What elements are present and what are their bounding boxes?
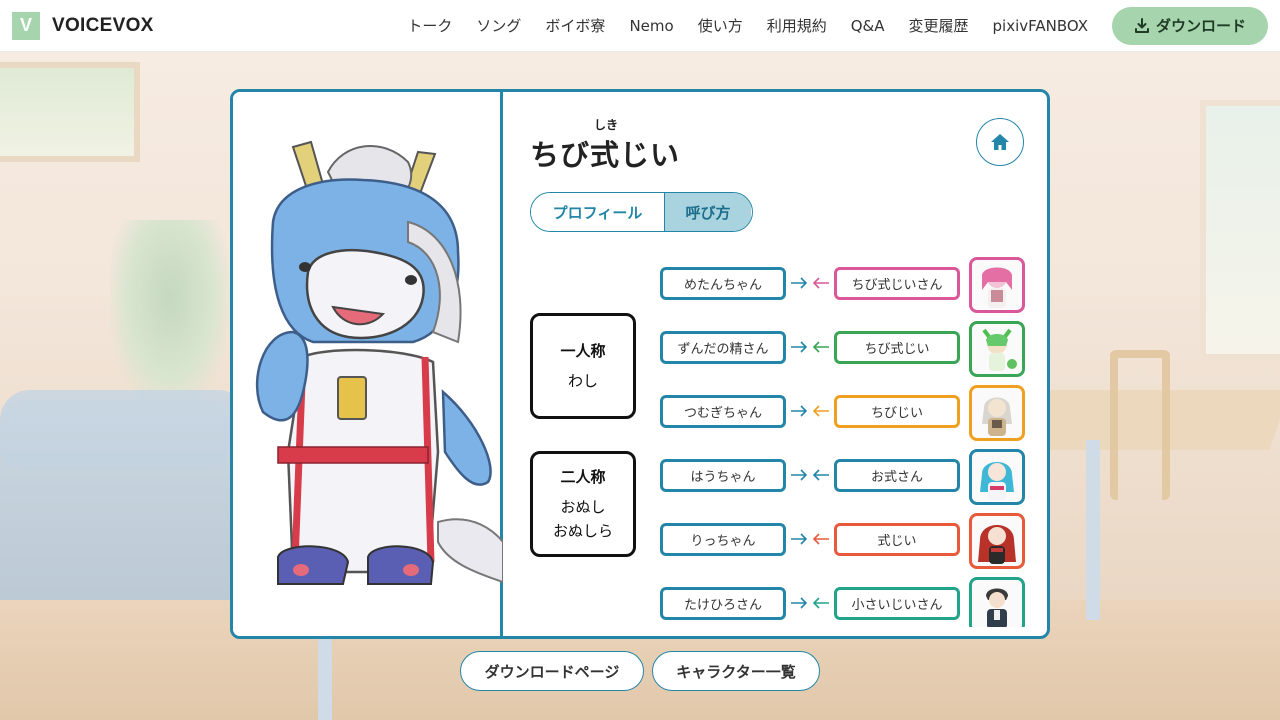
first-person-box: 一人称 わし	[530, 313, 636, 419]
call-row-tsumugi: つむぎちゃん ちびじい	[656, 385, 1031, 441]
logo-text: VOICEVOX	[52, 14, 154, 36]
call-name-incoming: 式じい	[834, 523, 960, 556]
nav-changelog[interactable]: 変更履歴	[908, 15, 968, 36]
second-person-value-2: おぬしら	[552, 521, 613, 540]
avatar-takehiro[interactable]	[969, 577, 1025, 627]
call-name-incoming: ちびじい	[834, 395, 960, 428]
background-table-leg	[1086, 440, 1100, 620]
info-tabs: プロフィール 呼び方	[530, 192, 753, 232]
second-person-box: 二人称 おぬし おぬしら	[530, 451, 636, 557]
first-person-title: 一人称	[560, 341, 606, 360]
character-name: ちび式じい	[530, 138, 681, 172]
arrow-left-icon	[812, 277, 829, 289]
download-button-label: ダウンロード	[1155, 17, 1246, 35]
call-name-incoming: ちび式じいさん	[834, 267, 960, 300]
avatar-hau[interactable]	[969, 449, 1025, 505]
call-name-incoming: 小さいじいさん	[834, 587, 960, 620]
second-person-title: 二人称	[560, 467, 606, 486]
call-name-outgoing: たけひろさん	[660, 587, 786, 620]
call-name-incoming: ちび式じい	[834, 331, 960, 364]
background-plant	[110, 220, 230, 410]
download-icon	[1134, 17, 1149, 33]
download-page-button[interactable]: ダウンロードページ	[460, 651, 644, 691]
first-person-value: わし	[567, 371, 598, 390]
nav-fanbox[interactable]: pixivFANBOX	[993, 17, 1089, 35]
nav-qa[interactable]: Q&A	[851, 17, 885, 35]
logo[interactable]: V VOICEVOX	[12, 11, 154, 40]
home-icon	[991, 134, 1009, 150]
tab-profile[interactable]: プロフィール	[531, 193, 665, 231]
character-name-ruby: しき	[594, 118, 619, 132]
character-info: しき ちび式じい プロフィール 呼び方 一人称 わし 二人称 おぬし おぬしら …	[506, 92, 1047, 636]
avatar-zundamon[interactable]	[969, 321, 1025, 377]
call-row-zundamon: ずんだの精さん ちび式じい	[656, 321, 1031, 377]
background-chair	[1110, 350, 1170, 500]
call-name-list: めたんちゃん ちび式じいさん ずんだの精さん ちび式じい つむぎちゃん ちびじい…	[656, 257, 1031, 627]
background-sofa	[0, 390, 240, 620]
nav-talk[interactable]: トーク	[407, 15, 452, 36]
avatar-ritsu[interactable]	[969, 513, 1025, 569]
call-name-outgoing: はうちゃん	[660, 459, 786, 492]
avatar-tsumugi[interactable]	[969, 385, 1025, 441]
character-illustration	[255, 140, 504, 585]
arrow-left-icon	[812, 597, 829, 609]
tab-call-names[interactable]: 呼び方	[665, 193, 751, 231]
logo-mark: V	[12, 11, 40, 40]
arrow-right-icon	[791, 341, 808, 353]
nav-dorm[interactable]: ボイボ寮	[545, 15, 605, 36]
arrow-right-icon	[791, 533, 808, 545]
call-name-outgoing: つむぎちゃん	[660, 395, 786, 428]
site-header: V VOICEVOX トーク ソング ボイボ寮 Nemo 使い方 利用規約 Q&…	[0, 0, 1280, 52]
arrow-right-icon	[791, 405, 808, 417]
download-button[interactable]: ダウンロード	[1112, 6, 1268, 45]
arrow-left-icon	[812, 533, 829, 545]
character-list-button[interactable]: キャラクター一覧	[652, 651, 820, 691]
character-card: しき ちび式じい プロフィール 呼び方 一人称 わし 二人称 おぬし おぬしら …	[230, 89, 1050, 639]
call-row-metan: めたんちゃん ちび式じいさん	[656, 257, 1031, 313]
call-name-outgoing: りっちゃん	[660, 523, 786, 556]
nav-song[interactable]: ソング	[476, 15, 521, 36]
nav-howto[interactable]: 使い方	[698, 15, 743, 36]
call-row-hau: はうちゃん お式さん	[656, 449, 1031, 505]
call-name-incoming: お式さん	[834, 459, 960, 492]
call-name-outgoing: めたんちゃん	[660, 267, 786, 300]
nav-nemo[interactable]: Nemo	[629, 17, 673, 35]
second-person-value: おぬし おぬしら	[553, 495, 613, 543]
arrow-right-icon	[791, 597, 808, 609]
arrow-left-icon	[812, 469, 829, 481]
background-window	[1200, 100, 1280, 360]
home-button[interactable]	[976, 118, 1024, 166]
call-row-ritsu: りっちゃん 式じい	[656, 513, 1031, 569]
nav-terms[interactable]: 利用規約	[767, 15, 827, 36]
main-nav: トーク ソング ボイボ寮 Nemo 使い方 利用規約 Q&A 変更履歴 pixi…	[407, 0, 1280, 52]
arrow-left-icon	[812, 405, 829, 417]
arrow-right-icon	[791, 469, 808, 481]
avatar-metan[interactable]	[969, 257, 1025, 313]
call-row-takehiro: たけひろさん 小さいじいさん	[656, 577, 1031, 627]
background-picture-frame	[0, 62, 140, 162]
second-person-value-1: おぬし	[560, 497, 606, 516]
call-name-outgoing: ずんだの精さん	[660, 331, 786, 364]
arrow-right-icon	[791, 277, 808, 289]
character-portrait	[233, 92, 504, 636]
arrow-left-icon	[812, 341, 829, 353]
